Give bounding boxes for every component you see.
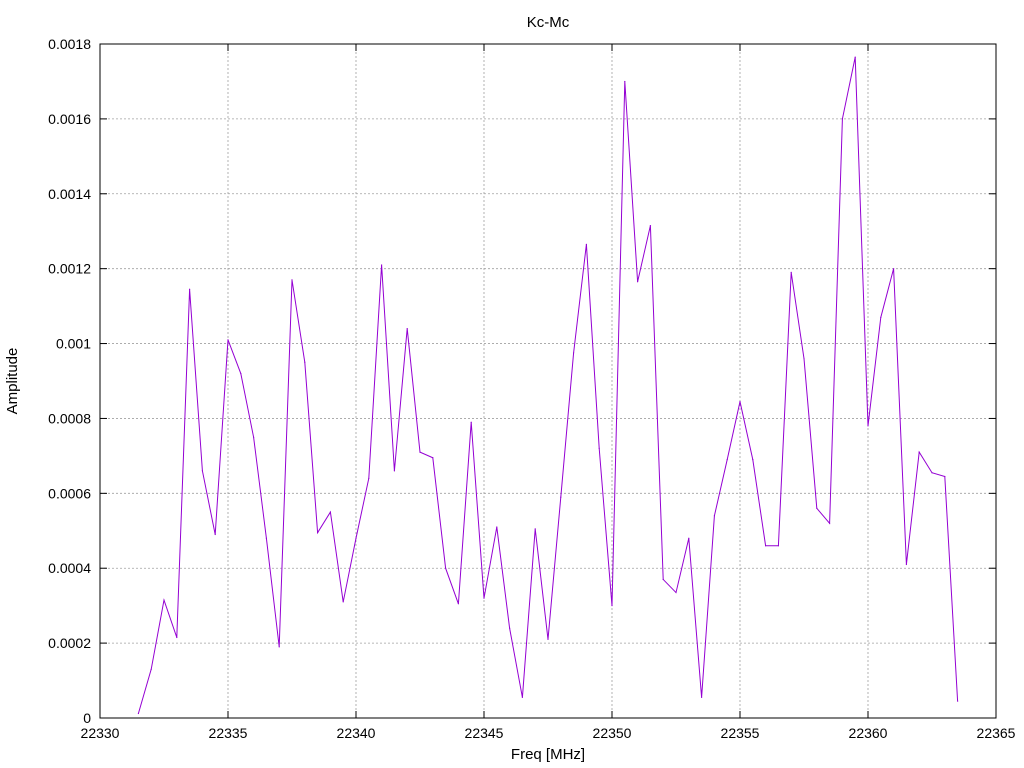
x-tick-label: 22355 — [721, 725, 760, 741]
data-point — [201, 470, 203, 472]
data-point — [752, 459, 754, 461]
y-axis-label: Amplitude — [4, 348, 21, 415]
data-point — [829, 522, 831, 524]
y-tick-label: 0.001 — [56, 336, 91, 352]
data-point — [329, 511, 331, 513]
x-tick-label: 22345 — [465, 725, 504, 741]
data-point — [150, 668, 152, 670]
data-point — [547, 638, 549, 640]
data-point — [905, 563, 908, 566]
data-point — [368, 477, 370, 479]
data-point — [739, 400, 741, 403]
data-point — [624, 80, 626, 83]
data-point — [381, 264, 383, 266]
data-point — [509, 627, 511, 629]
x-tick-label: 22335 — [209, 725, 248, 741]
data-point — [649, 225, 652, 227]
data-point — [355, 537, 357, 539]
data-point — [765, 545, 767, 547]
data-point — [253, 436, 255, 438]
data-point — [662, 578, 664, 581]
data-point — [880, 316, 882, 318]
data-point — [637, 281, 639, 283]
y-tick-label: 0.0016 — [48, 111, 91, 127]
data-point — [317, 532, 319, 534]
x-tick-label: 22340 — [337, 725, 376, 741]
data-point — [483, 597, 485, 599]
data-point — [227, 339, 229, 341]
data-point — [598, 447, 600, 449]
data-point — [726, 459, 728, 461]
data-point — [816, 507, 818, 509]
chart-title: Kc-Mc — [527, 14, 570, 31]
data-point — [777, 545, 780, 547]
data-point — [419, 451, 421, 453]
y-tick-label: 0.0006 — [48, 485, 91, 501]
data-point — [163, 599, 165, 601]
data-point — [278, 646, 280, 648]
line-chart: Kc-Mc 22330 22335 22340 22345 22350 22355 2236… — [0, 0, 1024, 768]
y-tick-label: 0.0014 — [48, 186, 91, 202]
data-point — [265, 537, 267, 539]
data-point — [214, 533, 216, 536]
data-point — [189, 288, 191, 290]
data-point — [918, 451, 920, 453]
data-point — [701, 696, 703, 699]
y-tick-label: 0.0018 — [48, 36, 91, 52]
y-tick-label: 0 — [83, 710, 91, 726]
data-point — [867, 425, 869, 427]
data-point — [137, 712, 139, 715]
y-tick-label: 0.0004 — [48, 560, 91, 576]
data-point — [496, 526, 498, 528]
data-point — [893, 268, 895, 270]
y-tick-label: 0.0008 — [48, 410, 91, 426]
x-tick-label: 22330 — [81, 725, 120, 741]
data-point — [432, 457, 434, 459]
data-point — [688, 537, 690, 539]
data-point — [585, 243, 588, 245]
x-tick-label: 22365 — [977, 725, 1016, 741]
data-point — [560, 496, 562, 498]
x-tick-label: 22360 — [849, 725, 888, 741]
data-point — [573, 352, 575, 354]
data-point — [534, 528, 536, 530]
data-point — [445, 567, 447, 569]
chart-background — [0, 0, 1024, 768]
data-point — [521, 696, 524, 699]
data-point — [790, 271, 792, 274]
data-point — [304, 361, 306, 363]
data-point — [944, 475, 946, 478]
data-point — [393, 470, 395, 472]
x-axis-label: Freq [MHz] — [511, 746, 585, 763]
data-point — [240, 372, 242, 375]
data-point — [457, 603, 459, 605]
y-tick-label: 0.0002 — [48, 635, 91, 651]
data-point — [342, 601, 344, 603]
data-point — [675, 591, 677, 594]
x-tick-label: 22350 — [593, 725, 632, 741]
data-point — [291, 279, 293, 281]
data-point — [611, 605, 613, 607]
data-point — [931, 472, 933, 474]
data-point — [841, 118, 844, 120]
y-tick-label: 0.0012 — [48, 261, 91, 277]
data-point — [470, 421, 472, 423]
data-point — [957, 700, 959, 702]
data-point — [803, 357, 805, 360]
data-point — [854, 56, 856, 58]
data-point — [406, 327, 408, 330]
data-point — [713, 515, 716, 517]
data-point — [176, 636, 178, 639]
